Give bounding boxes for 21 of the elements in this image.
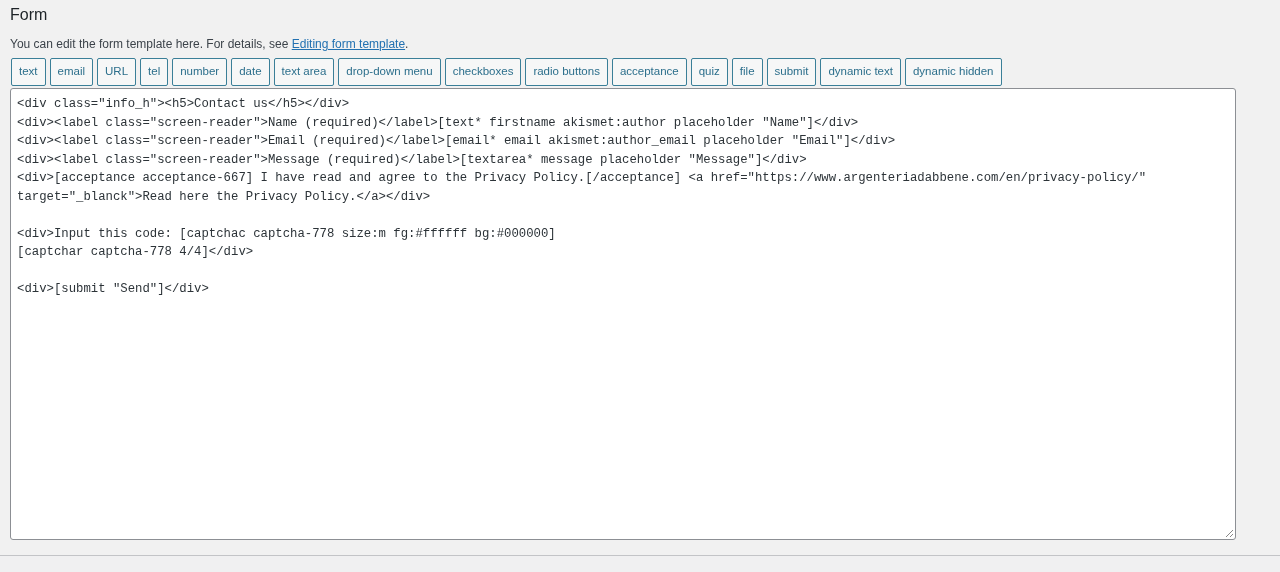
tag-button[interactable]: quiz (690, 58, 728, 86)
tag-button[interactable]: submit (766, 58, 817, 86)
tag-button[interactable]: drop-down menu (338, 58, 441, 86)
form-template-editor[interactable] (10, 88, 1236, 540)
tag-button[interactable]: URL (97, 58, 137, 86)
tag-button[interactable]: checkboxes (444, 58, 522, 86)
tag-button[interactable]: dynamic hidden (904, 58, 1002, 86)
tag-button[interactable]: file (731, 58, 763, 86)
section-title: Form (10, 5, 48, 25)
tag-button[interactable]: number (172, 58, 228, 86)
tag-button[interactable]: text (11, 58, 46, 86)
tag-button[interactable]: radio buttons (525, 58, 608, 86)
tag-button[interactable]: date (231, 58, 270, 86)
tag-button[interactable]: acceptance (611, 58, 687, 86)
resize-handle-icon[interactable] (1225, 529, 1234, 538)
tag-button[interactable]: dynamic text (820, 58, 901, 86)
tag-button[interactable]: text area (273, 58, 335, 86)
tag-button[interactable]: email (49, 58, 94, 86)
tag-button[interactable]: tel (140, 58, 169, 86)
code-text: <div class="info_h"><h5>Contact us</h5></div> <div><label class="screen-reader">Name (required)</label>[text* firstname akismet:author placeholder "Name"]</div> <div><label class="screen-reader">Email (required)</label>[email* email akismet:author_email placeholder "Email"]</div> <div><label class="screen-reader">Message (required)</label>[textarea* message placeholder "Message"]</div> <div>[acceptance acceptance-667] I have read and agree to the Privacy Policy.[/acceptance] <a href="https://www.argenteriadabbene.com/en/privacy-policy/" target="_blanck">Read here the Privacy Policy.</a></div> <div>Input this code: [captchac captcha-778 size:m fg:#ffffff bg:#000000] [captchar captcha-778 4/4]</div> <div>[submit "Send"]</div> (17, 96, 1148, 298)
intro-text: You can edit the form template here. For details, see Editing form template. (10, 36, 409, 52)
